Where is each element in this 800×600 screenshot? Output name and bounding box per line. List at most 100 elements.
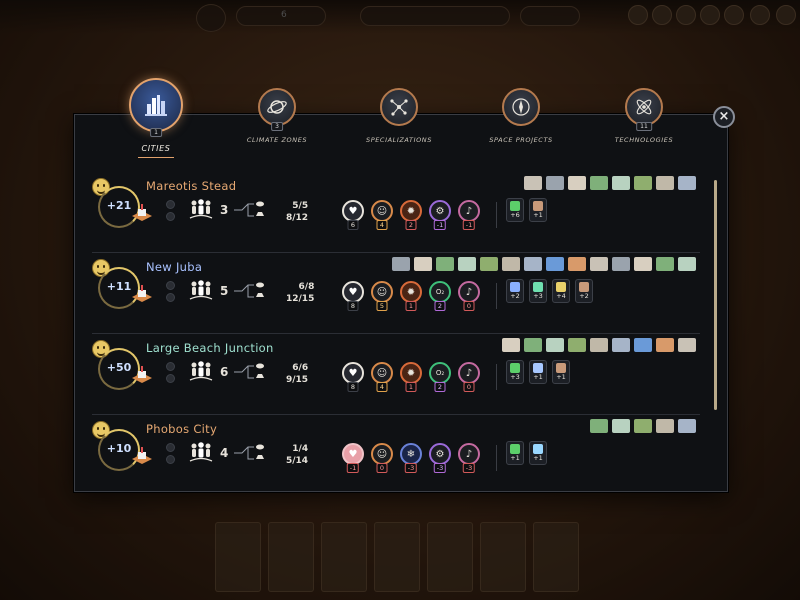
bonus-mineral-icon[interactable]: +1 [529, 198, 547, 222]
bonus-plant-icon[interactable]: +6 [506, 198, 524, 222]
heart-icon[interactable]: ♥ -1 [342, 443, 364, 473]
building-icon[interactable] [590, 257, 608, 271]
bonus-rocket-icon[interactable]: +1 [529, 360, 547, 384]
tab-badge: 3 [271, 122, 283, 131]
city-row[interactable]: +21 Mareotis Stead 3 5/5 8/12 ♥ 6 ☺ 4 ✹ 2 ⚙ -1 ♪… [92, 172, 700, 253]
city-name[interactable]: Large Beach Junction [146, 341, 274, 355]
happiness-icon[interactable]: ☺ 0 [371, 443, 393, 473]
building-icon[interactable] [612, 257, 630, 271]
building-icon[interactable] [634, 176, 652, 190]
building-icon[interactable] [480, 257, 498, 271]
bonus-mineral-icon[interactable]: +2 [575, 279, 593, 303]
stat-glyph: ✹ [406, 205, 416, 217]
stat-glyph: ♪ [465, 367, 473, 379]
heat-icon[interactable]: ✹ 1 [400, 281, 422, 311]
tab-cities[interactable]: 1 CITIES [96, 78, 216, 158]
music-icon[interactable]: ♪ 0 [458, 362, 480, 392]
building-icon[interactable] [590, 419, 608, 433]
heart-icon[interactable]: ♥ 8 [342, 362, 364, 392]
heat-icon[interactable]: ✹ 1 [400, 362, 422, 392]
stat-value: 8 [347, 301, 359, 311]
building-icon[interactable] [524, 176, 542, 190]
energy-icon [556, 282, 566, 292]
cold-icon[interactable]: ❄ -3 [400, 443, 422, 473]
heat-icon[interactable]: ✹ 2 [400, 200, 422, 230]
tab-specializations[interactable]: SPECIALIZATIONS [339, 78, 459, 144]
building-icon[interactable] [546, 338, 564, 352]
oxygen-icon[interactable]: O₂ 2 [429, 362, 451, 392]
stat-glyph: ⚙ [435, 205, 445, 217]
city-row[interactable]: +11 New Juba 5 6/8 12/15 ♥ 8 ☺ 5 ✹ 1 O₂ 2 ♪ 0 [92, 253, 700, 334]
building-icon[interactable] [590, 338, 608, 352]
city-row[interactable]: +50 Large Beach Junction 6 6/6 9/15 ♥ 8 ☺ 4… [92, 334, 700, 415]
bonus-mineral-icon[interactable]: +1 [552, 360, 570, 384]
slot[interactable] [166, 362, 175, 371]
heart-icon[interactable]: ♥ 8 [342, 281, 364, 311]
bonus-water-icon[interactable]: +1 [529, 441, 547, 465]
building-icon[interactable] [546, 257, 564, 271]
building-icon[interactable] [502, 257, 520, 271]
gear-icon[interactable]: ⚙ -1 [429, 200, 451, 230]
building-icon[interactable] [502, 338, 520, 352]
building-icon[interactable] [568, 176, 586, 190]
slot[interactable] [166, 212, 175, 221]
building-icon[interactable] [656, 338, 674, 352]
building-icon[interactable] [656, 257, 674, 271]
slot[interactable] [166, 443, 175, 452]
slot[interactable] [166, 455, 175, 464]
job-ratios: 1/4 5/14 [286, 443, 308, 467]
building-icon[interactable] [590, 176, 608, 190]
bonus-plant-icon[interactable]: +3 [506, 360, 524, 384]
music-icon[interactable]: ♪ -3 [458, 443, 480, 473]
building-icon[interactable] [612, 338, 630, 352]
happiness-icon[interactable]: ☺ 4 [371, 200, 393, 230]
building-icon[interactable] [458, 257, 476, 271]
building-icon[interactable] [678, 176, 696, 190]
building-icon[interactable] [568, 257, 586, 271]
gear-icon[interactable]: ⚙ -3 [429, 443, 451, 473]
building-icon[interactable] [678, 338, 696, 352]
heart-icon[interactable]: ♥ 6 [342, 200, 364, 230]
building-icon[interactable] [612, 419, 630, 433]
building-icon[interactable] [656, 176, 674, 190]
building-icon[interactable] [546, 176, 564, 190]
building-icon[interactable] [678, 257, 696, 271]
happiness-icon[interactable]: ☺ 5 [371, 281, 393, 311]
city-row[interactable]: +1 0 Phobos City 4 1/4 5/14 ♥ -1 ☺ 0 ❄ -3 ⚙ -3 ♪ -… [92, 415, 700, 496]
city-name[interactable]: Phobos City [146, 422, 217, 436]
tab-space-projects[interactable]: SPACE PROJECTS [461, 78, 581, 144]
music-icon[interactable]: ♪ 0 [458, 281, 480, 311]
tab-technologies[interactable]: 11 TECHNOLOGIES [584, 78, 704, 144]
close-button[interactable]: × [713, 106, 735, 128]
building-icon[interactable] [612, 176, 630, 190]
city-name[interactable]: Mareotis Stead [146, 179, 236, 193]
building-icon[interactable] [656, 419, 674, 433]
bonus-plant-icon[interactable]: +1 [506, 441, 524, 465]
building-icon[interactable] [634, 338, 652, 352]
city-bonuses: +3 +1 +1 [506, 360, 570, 384]
happiness-icon[interactable]: ☺ 4 [371, 362, 393, 392]
bonus-energy-icon[interactable]: +4 [552, 279, 570, 303]
building-icon[interactable] [634, 257, 652, 271]
oxygen-icon[interactable]: O₂ 2 [429, 281, 451, 311]
mineral-icon [533, 201, 543, 211]
scrollbar[interactable] [714, 180, 717, 410]
bonus-crate-icon[interactable]: +3 [529, 279, 547, 303]
building-icon[interactable] [568, 338, 586, 352]
music-icon[interactable]: ♪ -1 [458, 200, 480, 230]
slot[interactable] [166, 293, 175, 302]
tab-climate-zones[interactable]: 3 CLIMATE ZONES [217, 78, 337, 144]
building-icon[interactable] [436, 257, 454, 271]
city-name[interactable]: New Juba [146, 260, 202, 274]
building-icon[interactable] [414, 257, 432, 271]
slot[interactable] [166, 374, 175, 383]
building-icon[interactable] [392, 257, 410, 271]
building-icon[interactable] [524, 338, 542, 352]
bonus-rover-icon[interactable]: +2 [506, 279, 524, 303]
building-icon[interactable] [524, 257, 542, 271]
slot[interactable] [166, 200, 175, 209]
building-icon[interactable] [634, 419, 652, 433]
building-icon[interactable] [678, 419, 696, 433]
stat-glyph: ⚙ [435, 448, 445, 460]
slot[interactable] [166, 281, 175, 290]
